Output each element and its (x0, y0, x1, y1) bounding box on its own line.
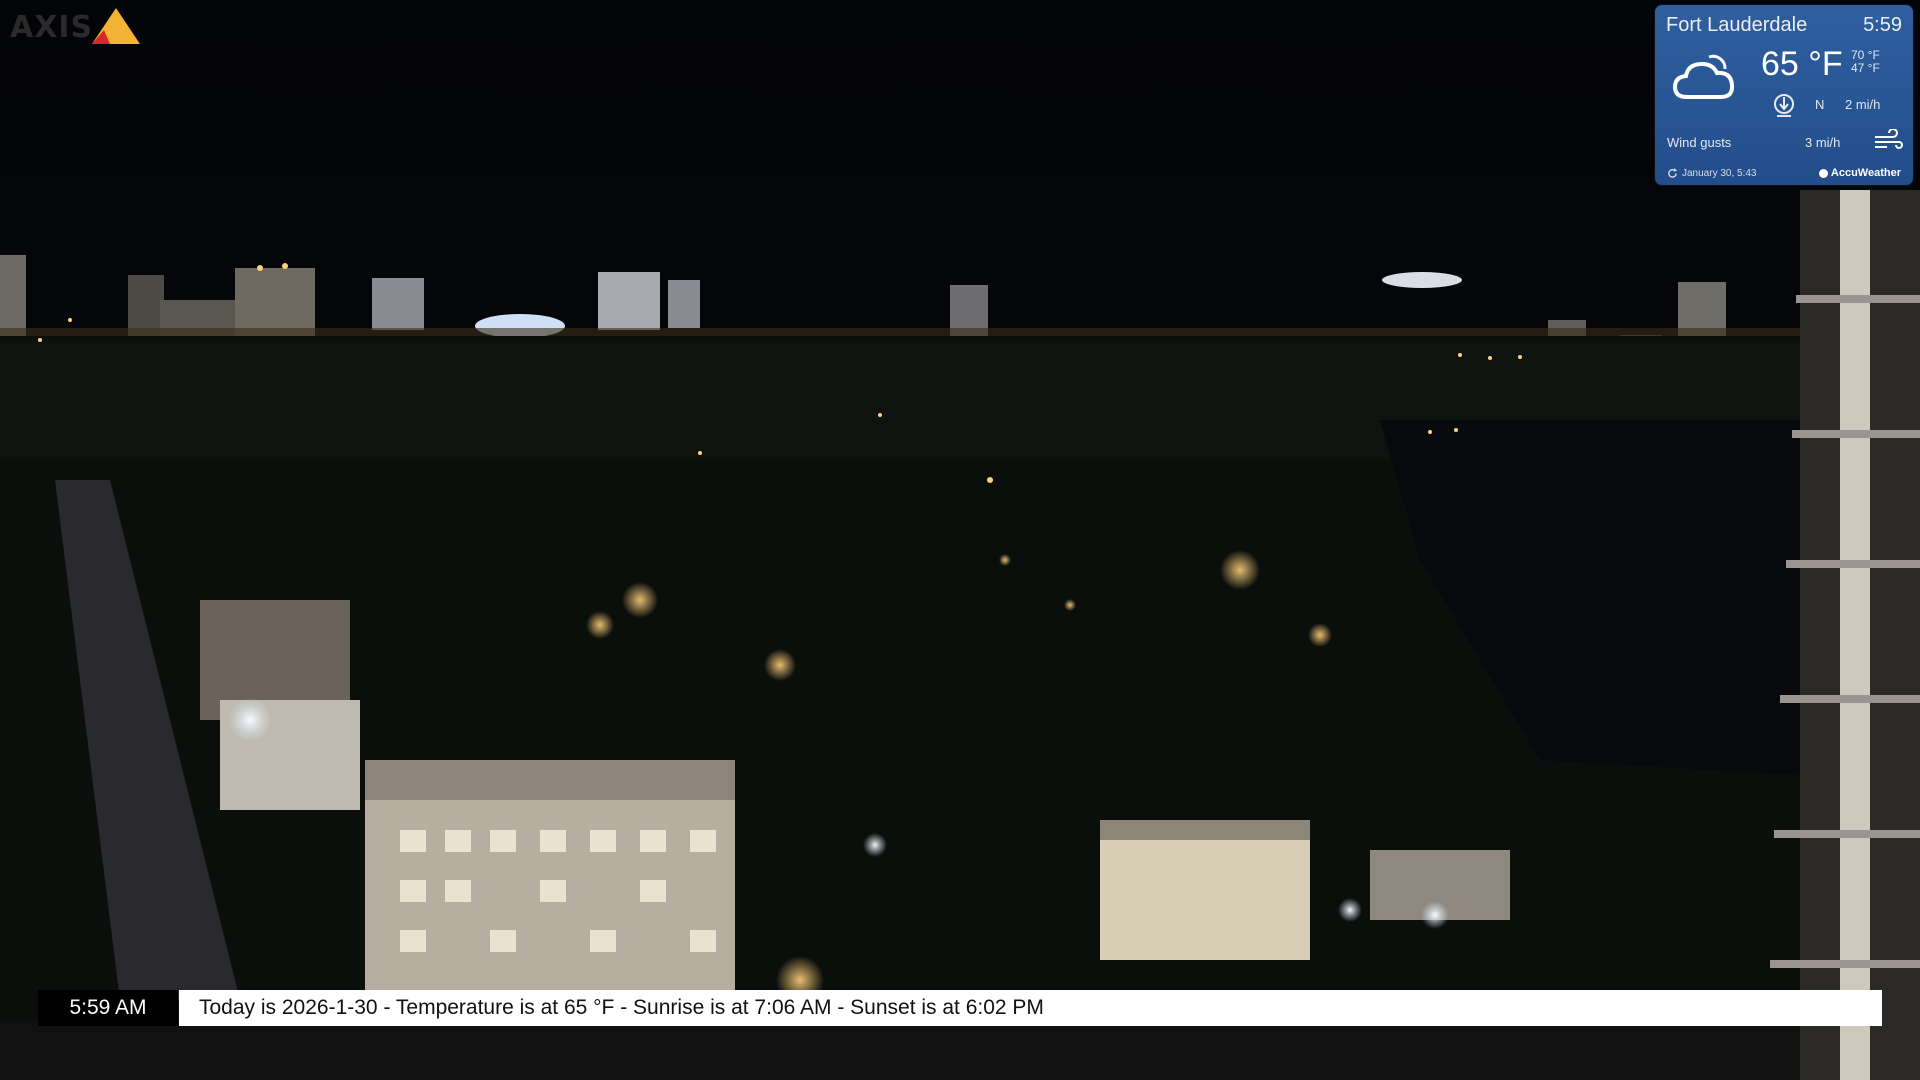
refresh-icon (1668, 168, 1678, 178)
partly-cloudy-icon (1672, 54, 1735, 99)
info-ticker: 5:59 AM Today is 2026-1-30 - Temperature… (38, 990, 1882, 1026)
wind-icon (1875, 129, 1903, 149)
brand-label: AXIS (10, 10, 94, 45)
ticker-message: Today is 2026-1-30 - Temperature is at 6… (179, 990, 1882, 1026)
weather-provider-label: AccuWeather (1830, 167, 1901, 179)
accuweather-logo-icon (1818, 168, 1828, 178)
weather-city: Fort Lauderdale (1666, 14, 1808, 36)
current-temperature: 65 °F (1761, 45, 1843, 83)
wind-gusts-label: Wind gusts (1667, 135, 1732, 150)
weather-updated-time: January 30, 5:43 (1682, 168, 1757, 179)
camera-brand-logo: AXIS (6, 4, 146, 46)
weather-time: 5:59 (1863, 14, 1902, 36)
low-temperature: 47 °F (1851, 61, 1880, 75)
wind-direction-icon (1774, 94, 1794, 117)
wind-gusts-value: 3 mi/h (1805, 135, 1841, 150)
webcam-night-city-view (0, 0, 1920, 1080)
triangle-logo-icon (92, 8, 140, 44)
weather-updated: January 30, 5:43 (1667, 168, 1757, 179)
wind-direction: N (1815, 97, 1825, 112)
wind-speed: 2 mi/h (1845, 97, 1881, 112)
ticker-time: 5:59 AM (38, 990, 178, 1026)
weather-provider: AccuWeather (1818, 167, 1901, 179)
high-low-temperature: 70 °F 47 °F (1851, 49, 1880, 75)
weather-widget: Fort Lauderdale 5:59 65 °F 70 °F 47 °F N… (1655, 5, 1913, 185)
